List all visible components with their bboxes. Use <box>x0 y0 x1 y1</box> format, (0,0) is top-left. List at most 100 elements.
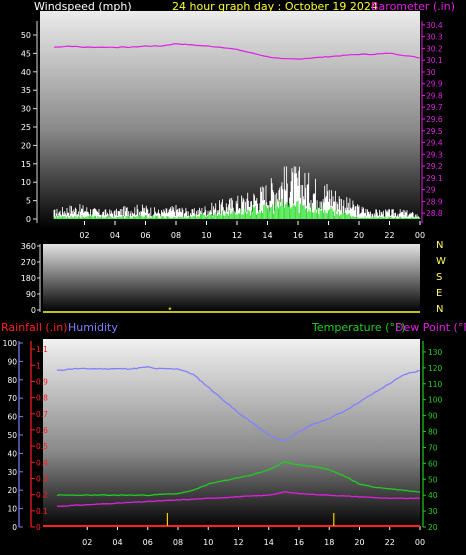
wind-x-tick-label: 02 <box>79 231 89 240</box>
temperature-y-tick-label: 20 <box>428 523 438 532</box>
barometer-y-tick-label: 29.7 <box>426 103 443 112</box>
humidity-y-tick-label: 70 <box>7 394 17 403</box>
barometer-y-tick-label: 30.1 <box>426 56 443 65</box>
rain-y-tick-label: 0.2 <box>36 491 48 500</box>
barometer-y-tick-label: 29.6 <box>426 115 443 124</box>
rain-y-tick-label: 0.5 <box>36 442 48 451</box>
wind-y-tick-label: 30 <box>21 105 31 114</box>
wind-x-tick-label: 04 <box>110 231 120 240</box>
rain-y-tick-label: 0.9 <box>36 377 48 386</box>
temperature-y-tick-label: 120 <box>428 364 443 373</box>
wind-x-tick-label: 20 <box>354 231 364 240</box>
wind-y-tick-label: 20 <box>21 141 31 150</box>
climate-x-tick-label: 12 <box>233 538 243 547</box>
wind-y-tick-label: 0 <box>26 215 31 224</box>
rain-y-tick-label: 0.1 <box>36 507 48 516</box>
temperature-y-tick-label: 40 <box>428 491 438 500</box>
barometer-y-tick-label: 30 <box>426 68 436 77</box>
temperature-y-tick-label: 110 <box>428 380 443 389</box>
rain-y-tick-label: 1.1 <box>36 345 48 354</box>
compass-label: N <box>436 240 443 251</box>
temperature-legend: Temperature (°F) <box>311 321 406 334</box>
humidity-y-tick-label: 50 <box>7 431 17 440</box>
direction-y-tick-label: 270 <box>21 258 36 267</box>
humidity-y-tick-label: 90 <box>7 357 17 366</box>
wind-y-tick-label: 5 <box>26 197 31 206</box>
rainfall-legend: Rainfall (.in) <box>1 321 68 334</box>
barometer-y-tick-label: 28.9 <box>426 197 443 206</box>
humidity-y-tick-label: 100 <box>3 339 18 348</box>
compass-label: N <box>436 304 443 315</box>
chart-title: 24 hour graph day : October 19 2024 <box>172 0 378 13</box>
barometer-y-tick-label: 30.3 <box>426 33 443 42</box>
wind-y-tick-label: 35 <box>21 86 31 95</box>
humidity-y-tick-label: 10 <box>7 505 17 514</box>
compass-label: S <box>436 272 442 283</box>
direction-point <box>168 307 172 310</box>
climate-x-tick-label: 00 <box>415 538 425 547</box>
barometer-y-tick-label: 29.2 <box>426 162 443 171</box>
climate-x-tick-label: 06 <box>143 538 153 547</box>
wind-x-tick-label: 08 <box>171 231 181 240</box>
barometer-y-tick-label: 29.5 <box>426 127 443 136</box>
humidity-y-tick-label: 60 <box>7 413 17 422</box>
climate-x-tick-label: 10 <box>203 538 213 547</box>
direction-y-tick-label: 0 <box>31 306 36 315</box>
wind-x-tick-label: 18 <box>323 231 333 240</box>
wind-y-tick-label: 15 <box>21 160 31 169</box>
temperature-y-tick-label: 100 <box>428 396 443 405</box>
wind-panel-background <box>40 11 420 229</box>
rain-y-tick-label: 0.3 <box>36 474 48 483</box>
rain-y-tick-label: 1 <box>36 361 41 370</box>
climate-x-tick-label: 14 <box>264 538 274 547</box>
wind-y-tick-label: 45 <box>21 49 31 58</box>
barometer-y-tick-label: 30.2 <box>426 44 443 53</box>
direction-y-tick-label: 360 <box>21 242 36 251</box>
humidity-y-tick-label: 30 <box>7 468 17 477</box>
wind-x-tick-label: 12 <box>232 231 242 240</box>
direction-y-tick-label: 180 <box>21 274 36 283</box>
weather-graph: Windspeed (mph) 24 hour graph day : Octo… <box>1 0 466 547</box>
barometer-y-tick-label: 29.8 <box>426 91 443 100</box>
rain-y-tick-label: 0.6 <box>36 426 48 435</box>
wind-x-tick-label: 22 <box>384 231 394 240</box>
temperature-y-tick-label: 50 <box>428 475 438 484</box>
climate-panel-background <box>43 339 420 529</box>
rain-y-tick-label: 0.8 <box>36 394 48 403</box>
rain-y-tick-label: 0.4 <box>36 458 48 467</box>
humidity-y-tick-label: 0 <box>12 523 17 532</box>
barometer-axis-label: Barometer (.in) <box>371 0 455 13</box>
wind-y-tick-label: 50 <box>21 31 31 40</box>
humidity-legend: Humidity <box>68 321 118 334</box>
climate-x-tick-label: 04 <box>112 538 122 547</box>
rain-y-tick-label: 0 <box>36 523 41 532</box>
rain-y-tick-label: 0.7 <box>36 410 48 419</box>
direction-panel-background <box>43 244 420 312</box>
wind-x-tick-label: 16 <box>293 231 303 240</box>
wind-y-tick-label: 25 <box>21 123 31 132</box>
wind-y-tick-label: 10 <box>21 178 31 187</box>
wind-x-tick-label: 00 <box>415 231 425 240</box>
climate-x-tick-label: 08 <box>173 538 183 547</box>
temperature-y-tick-label: 130 <box>428 348 443 357</box>
climate-x-tick-label: 20 <box>354 538 364 547</box>
direction-y-tick-label: 90 <box>26 290 36 299</box>
temperature-y-tick-label: 80 <box>428 428 438 437</box>
climate-x-tick-label: 16 <box>294 538 304 547</box>
compass-label: W <box>436 256 446 267</box>
temperature-y-tick-label: 60 <box>428 459 438 468</box>
compass-label: E <box>436 288 442 299</box>
barometer-y-tick-label: 29.1 <box>426 174 443 183</box>
climate-x-tick-label: 02 <box>82 538 92 547</box>
wind-x-tick-label: 14 <box>262 231 272 240</box>
windspeed-axis-label: Windspeed (mph) <box>34 0 132 13</box>
temperature-y-tick-label: 90 <box>428 412 438 421</box>
humidity-y-tick-label: 80 <box>7 376 17 385</box>
dewpoint-legend: Dew Point (°F) <box>395 321 466 334</box>
humidity-y-tick-label: 40 <box>7 449 17 458</box>
barometer-y-tick-label: 28.8 <box>426 209 443 218</box>
barometer-y-tick-label: 30.4 <box>426 21 443 30</box>
barometer-y-tick-label: 29.3 <box>426 150 443 159</box>
wind-x-tick-label: 06 <box>140 231 150 240</box>
climate-x-tick-label: 22 <box>385 538 395 547</box>
